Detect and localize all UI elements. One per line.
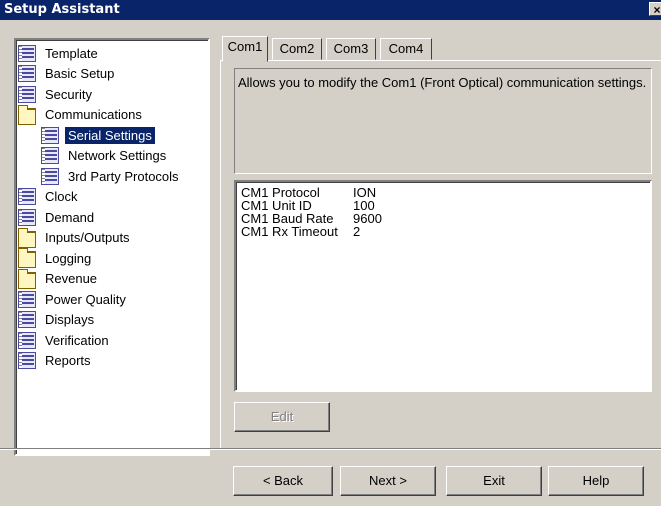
- folder-icon: [18, 104, 36, 125]
- tree-item-label: Logging: [45, 250, 92, 266]
- description-text: Allows you to modify the Com1 (Front Opt…: [238, 75, 647, 90]
- tree-item[interactable]: Revenue: [18, 268, 100, 289]
- tree-item-label: Network Settings: [68, 148, 167, 163]
- document-icon: [18, 44, 36, 62]
- tree-item[interactable]: Security: [18, 84, 95, 104]
- tree-item-label: Revenue: [45, 271, 98, 286]
- tree-item-label: Power Quality: [45, 291, 126, 307]
- setting-value: 2: [353, 224, 361, 239]
- folder-icon: [18, 227, 36, 248]
- document-icon: [18, 85, 36, 103]
- document-icon: [18, 208, 36, 226]
- tree-item[interactable]: Communications: [18, 104, 145, 125]
- window-title: Setup Assistant: [4, 2, 120, 17]
- document-icon: [18, 188, 36, 205]
- back-button[interactable]: < Back: [233, 466, 333, 496]
- tree-item[interactable]: Network Settings: [41, 146, 169, 166]
- tree-item-label: Communications: [45, 107, 142, 122]
- tree-item-label: Clock: [45, 189, 78, 204]
- exit-button[interactable]: Exit: [446, 466, 542, 496]
- tab-com3[interactable]: Com3: [326, 38, 376, 60]
- settings-list[interactable]: CM1 Protocol ION CM1 Unit ID 100 CM1 Baud Ra…: [234, 180, 652, 392]
- tab-com4[interactable]: Com4: [380, 38, 432, 60]
- tree-item[interactable]: Logging: [18, 248, 94, 268]
- tree-item[interactable]: Clock: [18, 187, 81, 207]
- edit-button[interactable]: Edit: [234, 402, 330, 432]
- document-icon: [18, 311, 36, 328]
- settings-row[interactable]: CM1 Rx Timeout 2: [241, 225, 645, 238]
- tree-item-label: Serial Settings: [65, 126, 155, 144]
- document-icon: [41, 126, 59, 144]
- folder-icon: [18, 248, 36, 268]
- tree-item-label: Demand: [45, 209, 95, 225]
- tree-item[interactable]: Displays: [18, 310, 97, 330]
- document-icon: [18, 290, 36, 308]
- help-button[interactable]: Help: [548, 466, 644, 496]
- tree-item-label: Inputs/Outputs: [45, 230, 130, 245]
- document-icon: [18, 352, 36, 369]
- tree-item-label: Security: [45, 86, 92, 102]
- tree-item-label: Basic Setup: [45, 66, 115, 81]
- tree-item-label: 3rd Party Protocols: [68, 168, 179, 184]
- description-box: Allows you to modify the Com1 (Front Opt…: [234, 68, 652, 174]
- tree-item[interactable]: Serial Settings: [41, 125, 155, 145]
- tree-item[interactable]: Power Quality: [18, 289, 129, 309]
- document-icon: [18, 65, 36, 82]
- tree-item-label: Verification: [45, 332, 109, 348]
- document-icon: [41, 167, 59, 185]
- tree-item[interactable]: Template: [18, 43, 101, 63]
- tree-item-label: Displays: [45, 312, 95, 327]
- close-icon[interactable]: ×: [649, 2, 661, 17]
- document-icon: [41, 147, 59, 164]
- tree-item[interactable]: 3rd Party Protocols: [41, 166, 182, 186]
- tab-com1[interactable]: Com1: [222, 36, 268, 62]
- title-bar: Setup Assistant ×: [0, 0, 661, 20]
- folder-icon: [18, 268, 36, 289]
- next-button[interactable]: Next >: [340, 466, 436, 496]
- tree-item[interactable]: Demand: [18, 207, 97, 227]
- setting-name: CM1 Rx Timeout: [241, 224, 338, 239]
- document-icon: [18, 331, 36, 349]
- tree-item-label: Reports: [45, 353, 91, 368]
- tree-item[interactable]: Verification: [18, 330, 112, 350]
- tab-com2[interactable]: Com2: [272, 38, 322, 60]
- tree-item[interactable]: Reports: [18, 351, 94, 371]
- tree-item-label: Template: [45, 45, 98, 61]
- setup-tree[interactable]: Template Basic Setup Security Communication…: [14, 38, 210, 456]
- tree-item[interactable]: Basic Setup: [18, 64, 117, 84]
- divider: [0, 448, 661, 450]
- tree-item[interactable]: Inputs/Outputs: [18, 227, 133, 248]
